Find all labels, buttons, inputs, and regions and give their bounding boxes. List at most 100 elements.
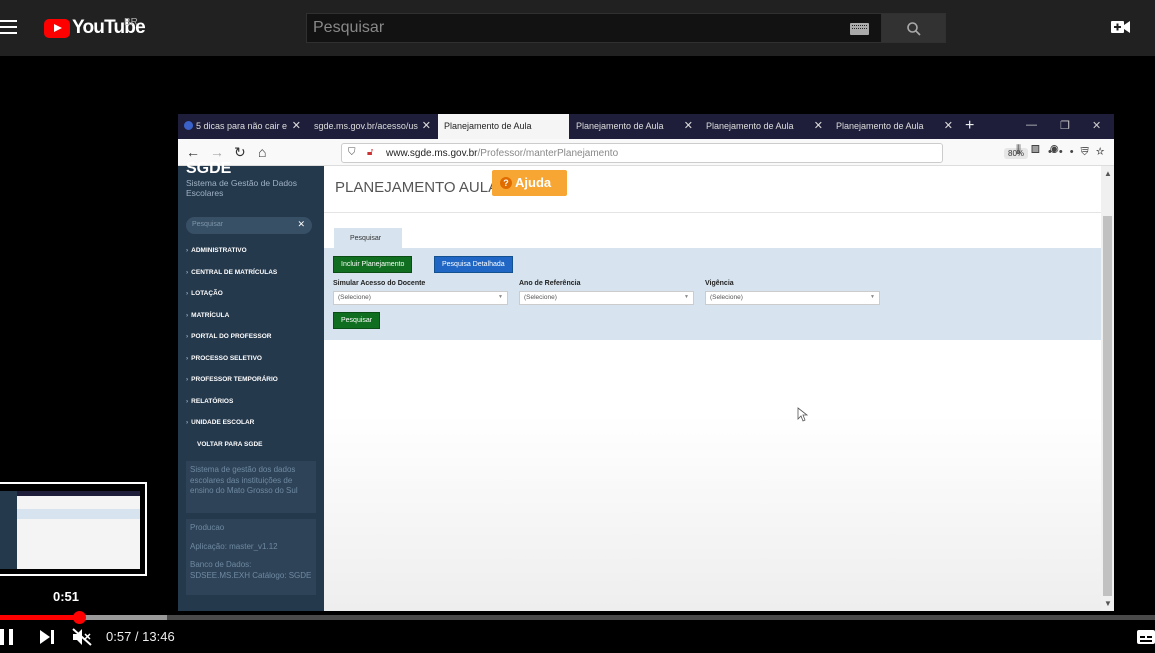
clear-search-icon[interactable]: ✕ (297, 219, 305, 230)
subtitles-icon[interactable] (1137, 630, 1155, 644)
tab-pesquisar[interactable]: Pesquisar (334, 228, 402, 248)
pause-icon[interactable] (0, 629, 14, 645)
progress-played (0, 615, 80, 620)
chevron-right-icon: › (186, 419, 189, 426)
thumbnail-sidebar (0, 491, 17, 569)
vigencia-label: Vigência (705, 280, 734, 287)
time-display: 0:57 / 13:46 (106, 629, 175, 644)
page-scrollbar[interactable]: ▲ ▼ (1101, 166, 1114, 611)
include-planning-button[interactable]: Incluir Planejamento (333, 256, 413, 273)
thumbnail-panel (17, 509, 140, 519)
detailed-search-button[interactable]: Pesquisa Detalhada (434, 256, 513, 273)
tab-label: Planejamento de Aula (836, 121, 924, 131)
hamburger-menu-icon[interactable] (0, 20, 17, 34)
tab-label: sgde.ms.gov.br/acesso/us (314, 121, 418, 131)
mouse-cursor-icon (797, 407, 808, 422)
browser-tab[interactable]: 5 dicas para não cair e ✕ (178, 114, 307, 139)
sgde-sidebar: SGDE Sistema de Gestão de Dados Escolare… (178, 160, 324, 611)
youtube-play-icon (44, 18, 70, 38)
close-tab-icon[interactable]: ✕ (292, 119, 301, 132)
sidebar-item-processo-seletivo[interactable]: › PROCESSO SELETIVO (186, 355, 262, 362)
youtube-page: YouTube BR Pesquisar 5 dicas para não ca… (0, 0, 1155, 653)
ano-referencia-select[interactable]: (Selecione) ▼ (519, 291, 694, 305)
url-domain: www.sgde.ms.gov.br (386, 148, 478, 159)
minimize-icon[interactable]: — (1026, 119, 1037, 131)
select-value: (Selecione) (710, 294, 743, 301)
video-frame[interactable]: 5 dicas para não cair e ✕ sgde.ms.gov.br/… (178, 114, 1114, 611)
tab-label: Planejamento de Aula (576, 121, 664, 131)
page-background (324, 416, 1101, 611)
shield-icon[interactable]: ⛉ (348, 147, 356, 158)
select-value: (Selecione) (338, 294, 371, 301)
back-to-sgde-link[interactable]: VOLTAR PARA SGDE (197, 441, 262, 448)
create-video-icon[interactable] (1111, 20, 1130, 34)
browser-tab-active[interactable]: Planejamento de Aula (438, 114, 569, 139)
page-title: PLANEJAMENTO AULA (335, 179, 499, 196)
sidebar-item-label: PORTAL DO PROFESSOR (191, 333, 272, 340)
chevron-right-icon: › (186, 376, 189, 383)
search-input[interactable]: Pesquisar (306, 13, 882, 43)
sidebar-item-label: PROCESSO SELETIVO (191, 355, 262, 362)
sidebar-item-unidade-escolar[interactable]: › UNIDADE ESCOLAR (186, 419, 254, 426)
sidebar-item-matricula[interactable]: › MATRÍCULA (186, 312, 229, 319)
sgde-subtitle: Sistema de Gestão de Dados Escolares (186, 178, 298, 198)
sidebar-item-label: CENTRAL DE MATRÍCULAS (191, 269, 278, 276)
sgde-logo[interactable]: SGDE (186, 160, 231, 178)
home-icon[interactable]: ⌂ (258, 144, 266, 160)
restore-icon[interactable]: ❐ (1060, 119, 1070, 132)
address-bar[interactable]: ⛉ 🔓︎ www.sgde.ms.gov.br/Professor/manter… (341, 143, 1105, 163)
app-version: Aplicação: master_v1.12 (190, 541, 278, 551)
sidebar-search-input[interactable]: Pesquisar ✕ (186, 217, 312, 234)
help-button[interactable]: ? Ajuda (492, 170, 567, 196)
keyboard-icon[interactable] (850, 23, 869, 35)
docente-select[interactable]: (Selecione) ▼ (333, 291, 508, 305)
search-panel: Incluir Planejamento Pesquisa Detalhada … (324, 248, 1101, 340)
dropdown-arrow-icon: ▼ (870, 294, 875, 300)
close-tab-icon[interactable]: ✕ (422, 119, 431, 132)
close-window-icon[interactable]: ✕ (1092, 119, 1101, 132)
back-icon[interactable]: ← (186, 144, 200, 160)
sidebar-item-portal-professor[interactable]: › PORTAL DO PROFESSOR (186, 333, 271, 340)
vigencia-select[interactable]: (Selecione) ▼ (705, 291, 880, 305)
sidebar-item-administrativo[interactable]: › ADMINISTRATIVO (186, 247, 247, 254)
forward-icon[interactable]: → (210, 144, 224, 160)
sidebar-item-label: ADMINISTRATIVO (191, 247, 247, 254)
tab-favicon-icon (184, 121, 193, 130)
reload-icon[interactable]: ↻ (234, 144, 246, 161)
muted-volume-icon[interactable] (72, 628, 92, 646)
close-tab-icon[interactable]: ✕ (944, 119, 953, 132)
sidebar-item-label: PROFESSOR TEMPORÁRIO (191, 376, 278, 383)
next-video-icon[interactable] (40, 630, 54, 644)
youtube-header: YouTube BR Pesquisar (0, 0, 1155, 56)
scrollbar-thumb[interactable] (1103, 216, 1112, 596)
dropdown-arrow-icon: ▼ (684, 294, 689, 300)
sidebar-item-relatorios[interactable]: › RELATÓRIOS (186, 398, 233, 405)
insecure-lock-icon[interactable]: 🔓︎ (367, 147, 373, 158)
browser-tab[interactable]: Planejamento de Aula ✕ (570, 114, 699, 139)
chevron-right-icon: › (186, 398, 189, 405)
search-submit-button[interactable]: Pesquisar (333, 312, 381, 329)
close-tab-icon[interactable]: ✕ (684, 119, 693, 132)
new-tab-icon[interactable]: + (965, 117, 974, 135)
url-path: /Professor/manterPlanejamento (477, 148, 619, 159)
sidebar-item-label: RELATÓRIOS (191, 398, 234, 405)
title-divider (324, 212, 1101, 213)
progress-bar[interactable] (0, 615, 1155, 620)
search-placeholder: Pesquisar (313, 19, 385, 36)
toolbar-icons[interactable]: ⫼▤◉ ≡ (1016, 144, 1098, 157)
scrubber-handle[interactable] (73, 611, 87, 624)
sidebar-item-lotacao[interactable]: › LOTAÇÃO (186, 290, 223, 297)
browser-tab[interactable]: Planejamento de Aula ✕ (700, 114, 829, 139)
sidebar-item-professor-temporario[interactable]: › PROFESSOR TEMPORÁRIO (186, 376, 278, 383)
scroll-down-icon[interactable]: ▼ (1104, 599, 1112, 608)
sidebar-item-central-matriculas[interactable]: › CENTRAL DE MATRÍCULAS (186, 269, 277, 276)
browser-tab[interactable]: sgde.ms.gov.br/acesso/us ✕ (308, 114, 437, 139)
scroll-up-icon[interactable]: ▲ (1104, 169, 1112, 178)
search-button[interactable] (881, 13, 946, 43)
select-value: (Selecione) (524, 294, 557, 301)
browser-tab[interactable]: Planejamento de Aula ✕ (830, 114, 959, 139)
close-tab-icon[interactable]: ✕ (814, 119, 823, 132)
url-text: www.sgde.ms.gov.br/Professor/manterPlane… (386, 148, 618, 159)
chevron-right-icon: › (186, 269, 189, 276)
system-description: Sistema de gestão dos dados escolares da… (186, 461, 316, 513)
